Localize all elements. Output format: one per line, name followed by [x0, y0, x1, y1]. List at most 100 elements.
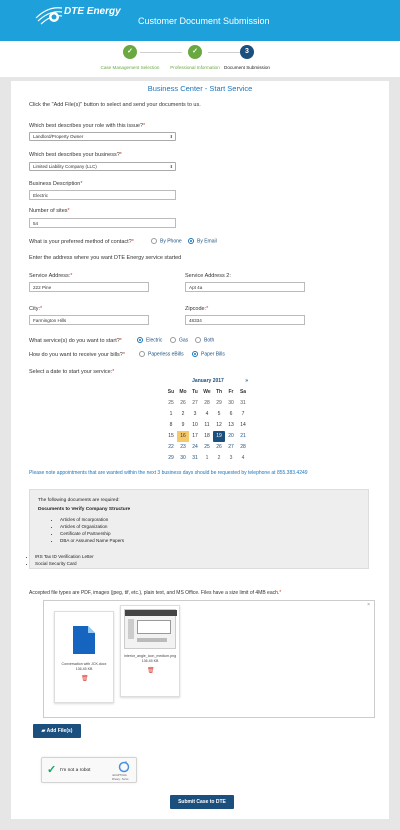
calendar-day[interactable]: 2 — [177, 409, 189, 420]
calendar-day[interactable]: 24 — [189, 442, 201, 453]
calendar-day[interactable]: 26 — [177, 398, 189, 409]
check-icon: ✓ — [123, 45, 137, 59]
next-month-button[interactable]: » — [245, 378, 248, 384]
calendar-day[interactable]: 29 — [213, 398, 225, 409]
calendar-day-today[interactable]: 16 — [177, 431, 189, 442]
close-icon[interactable]: × — [367, 602, 370, 608]
calendar-day[interactable]: 3 — [225, 453, 237, 464]
service-gas-radio[interactable]: Gas — [170, 337, 188, 343]
calendar-day[interactable]: 1 — [165, 409, 177, 420]
step-document-submission: 3 Document Submission — [202, 45, 292, 70]
calendar-day[interactable]: 31 — [237, 398, 249, 409]
calendar-day[interactable]: 28 — [237, 442, 249, 453]
role-select[interactable]: Landlord/Property Owner ⬍ — [29, 132, 176, 141]
calendar-day[interactable]: 23 — [177, 442, 189, 453]
step-label: Document Submission — [224, 65, 270, 70]
address-intro: Enter the address where you want DTE Ene… — [29, 255, 182, 261]
calendar-day[interactable]: 30 — [225, 398, 237, 409]
bills-paper-radio[interactable]: Paper Bills — [192, 351, 225, 357]
calendar-day[interactable]: 29 — [165, 453, 177, 464]
contact-phone-radio[interactable]: By Phone — [151, 238, 182, 244]
file-name: Conversation with JCK.docx — [61, 662, 107, 666]
calendar-header: January 2017 » — [165, 378, 251, 387]
bills-paperless-radio[interactable]: Paperless eBills — [139, 351, 184, 357]
radio-icon — [195, 337, 201, 343]
appointment-notice: Please note appointments that are wanted… — [29, 470, 308, 476]
documents-heading: Documents to Verify Company Structure — [38, 507, 131, 512]
calendar-day[interactable]: 21 — [237, 431, 249, 442]
business-select[interactable]: Limited Liability Company (LLC) ⬍ — [29, 162, 176, 171]
file-size: 136.45 KB — [141, 659, 159, 663]
file-drop-area[interactable]: × Conversation with JCK.docx 136.45 KB 🗑… — [43, 600, 375, 718]
zip-input[interactable]: 48334 — [185, 315, 305, 325]
calendar-day[interactable]: 22 — [165, 442, 177, 453]
calendar-day[interactable]: 8 — [165, 420, 177, 431]
intro-text: Click the "Add File(s)" button to select… — [29, 102, 201, 108]
calendar-day[interactable]: 18 — [201, 431, 213, 442]
trash-icon[interactable]: 🗑 — [147, 667, 155, 674]
weekday-header: Fr — [228, 389, 234, 395]
calendar-day[interactable]: 26 — [213, 442, 225, 453]
image-preview — [124, 609, 177, 649]
calendar-day[interactable]: 11 — [201, 420, 213, 431]
description-label: Business Description* — [29, 181, 83, 187]
calendar-day[interactable]: 6 — [225, 409, 237, 420]
weekday-header: Sa — [239, 389, 247, 395]
date-picker: January 2017 » Su Mo Tu We Th Fr Sa 25 26 27 28 29 3… — [165, 378, 251, 464]
calendar-day[interactable]: 13 — [225, 420, 237, 431]
calendar-day[interactable]: 25 — [201, 442, 213, 453]
calendar-day[interactable]: 3 — [189, 409, 201, 420]
other-documents-list: IRS Tax ID Verification Letter Social Se… — [35, 553, 94, 567]
structure-documents-list: Articles of Incorporation Articles of Or… — [60, 516, 124, 544]
calendar-day[interactable]: 7 — [237, 409, 249, 420]
calendar-day[interactable]: 5 — [213, 409, 225, 420]
service-electric-radio[interactable]: Electric — [137, 337, 162, 343]
list-item: DBA or Assumed Name Papers — [60, 537, 124, 544]
weekday-header: Th — [215, 389, 223, 395]
calendar-day[interactable]: 4 — [237, 453, 249, 464]
calendar-day[interactable]: 15 — [165, 431, 177, 442]
trash-icon[interactable]: 🗑 — [81, 675, 89, 682]
calendar-day[interactable]: 14 — [237, 420, 249, 431]
calendar-grid: Su Mo Tu We Th Fr Sa 25 26 27 28 29 30 31 1 2 3 4 5 6 7 8 9 10 1… — [165, 387, 251, 464]
radio-selected-icon — [137, 337, 143, 343]
calendar-day[interactable]: 10 — [189, 420, 201, 431]
city-input[interactable]: Farmington Hills — [29, 315, 149, 325]
address2-input[interactable]: Apt 4a — [185, 282, 305, 292]
submit-case-button[interactable]: Submit Case to DTE — [170, 795, 234, 809]
calendar-day[interactable]: 9 — [177, 420, 189, 431]
calendar-day[interactable]: 1 — [201, 453, 213, 464]
check-icon[interactable]: ✓ — [47, 763, 56, 776]
calendar-day[interactable]: 28 — [201, 398, 213, 409]
calendar-day[interactable]: 4 — [201, 409, 213, 420]
calendar-day[interactable]: 2 — [213, 453, 225, 464]
calendar-day[interactable]: 25 — [165, 398, 177, 409]
role-label: Which best describes your role with this… — [29, 123, 146, 129]
zip-label: Zipcode:* — [185, 306, 209, 312]
calendar-day[interactable]: 31 — [189, 453, 201, 464]
chevron-down-icon: ⬍ — [169, 164, 173, 169]
calendar-day[interactable]: 30 — [177, 453, 189, 464]
calendar-day[interactable]: 17 — [189, 431, 201, 442]
list-item: Articles of Incorporation — [60, 516, 124, 523]
contact-email-radio[interactable]: By Email — [188, 238, 217, 244]
description-input[interactable]: Electric — [29, 190, 176, 200]
calendar-day[interactable]: 12 — [213, 420, 225, 431]
recaptcha-links[interactable]: Privacy - Terms — [112, 778, 128, 781]
calendar-day-selected[interactable]: 19 — [213, 431, 225, 442]
calendar-day[interactable]: 27 — [189, 398, 201, 409]
sites-input[interactable]: 54 — [29, 218, 176, 228]
file-name: Interior_angle_icon_medium.png — [123, 654, 177, 658]
list-item: Social Security Card — [35, 560, 94, 567]
file-thumbnail[interactable]: Interior_angle_icon_medium.png 136.45 KB… — [120, 605, 180, 697]
calendar-day[interactable]: 27 — [225, 442, 237, 453]
service-both-radio[interactable]: Both — [195, 337, 214, 343]
address-input[interactable]: 222 Pine — [29, 282, 149, 292]
step-number: 3 — [240, 45, 254, 59]
captcha-label: I'm not a robot — [60, 768, 91, 773]
calendar-day[interactable]: 20 — [225, 431, 237, 442]
address2-label: Service Address 2: — [185, 273, 231, 279]
app-header: DTE Energy Customer Document Submission — [0, 0, 400, 41]
add-files-button[interactable]: ▰ Add File(s) — [33, 724, 81, 738]
file-thumbnail[interactable]: Conversation with JCK.docx 136.45 KB 🗑 — [54, 611, 114, 703]
